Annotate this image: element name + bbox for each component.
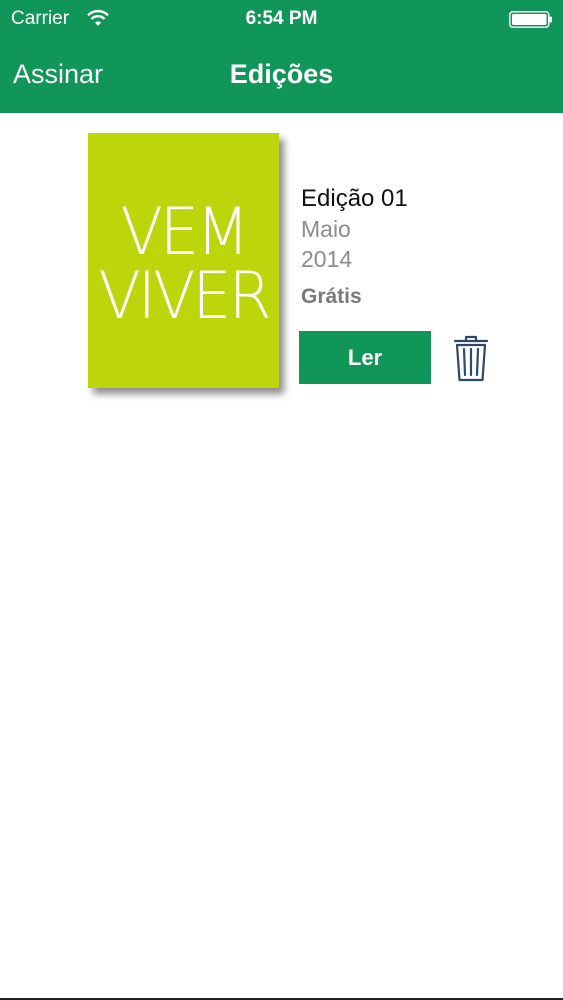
status-time: 6:54 PM (245, 8, 318, 29)
status-bar: Carrier 6:54 PM (0, 0, 563, 40)
battery-icon (509, 11, 552, 28)
issue-month: Maio (301, 216, 351, 242)
cover-title-line-1: VEM (120, 193, 249, 270)
page-title: Edições (229, 59, 334, 89)
issue-list-item: VEM VIVER Edição 01 Maio 2014 Grátis Ler (0, 113, 563, 413)
issue-name: Edição 01 (301, 185, 408, 212)
navigation-bar: Assinar Edições (0, 40, 563, 113)
trash-icon[interactable] (453, 335, 489, 382)
header: Carrier 6:54 PM Assinar Edições (0, 0, 563, 113)
issue-year: 2014 (301, 246, 353, 272)
cover-title-line-2: VIVER (98, 257, 271, 334)
read-button[interactable]: Ler (299, 331, 431, 384)
issue-price: Grátis (301, 285, 362, 308)
issue-cover[interactable]: VEM VIVER (88, 133, 279, 388)
